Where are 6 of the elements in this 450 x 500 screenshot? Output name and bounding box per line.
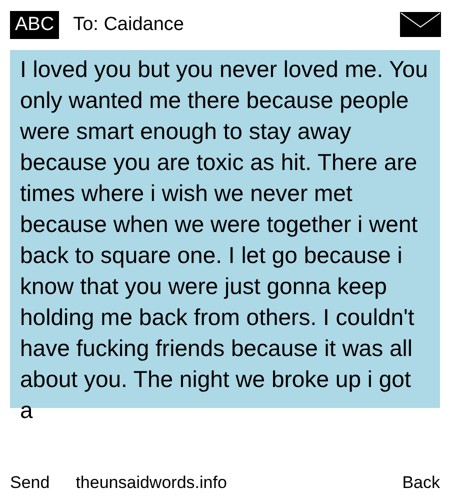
send-softkey[interactable]: Send [10,473,50,493]
input-mode-label: ABC [10,10,60,38]
back-softkey[interactable]: Back [402,473,440,493]
website-label: theunsaidwords.info [76,473,228,493]
envelope-icon [400,12,441,37]
recipient-label: To: Caidance [73,14,185,36]
